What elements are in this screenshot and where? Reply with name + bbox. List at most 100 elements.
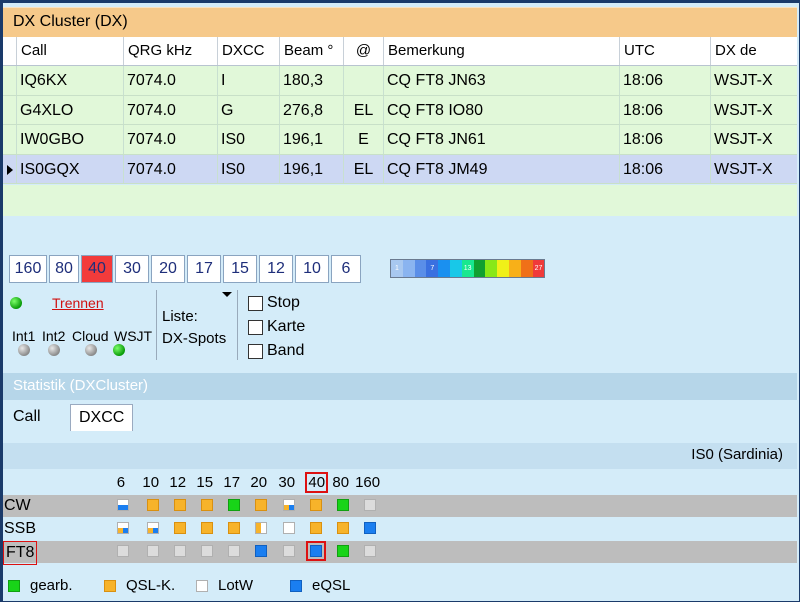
- status-cell-ssb-12[interactable]: [174, 522, 186, 534]
- status-cell-cw-6[interactable]: [117, 499, 129, 511]
- status-cell-ssb-15[interactable]: [201, 522, 213, 534]
- status-cell-cw-160[interactable]: [364, 499, 376, 511]
- scale-swatch: [508, 260, 521, 277]
- scale-swatch: [449, 260, 462, 277]
- band-header-10: 10: [142, 474, 160, 491]
- cell-call: IS0GQX: [17, 154, 124, 183]
- band-button-30[interactable]: 30: [115, 255, 149, 283]
- status-cell-ft8-30[interactable]: [283, 545, 295, 557]
- band-button-10[interactable]: 10: [295, 255, 329, 283]
- cell-dxde: WSJT-X: [714, 101, 773, 119]
- header-beam[interactable]: Beam °: [280, 37, 344, 65]
- status-cell-cw-10[interactable]: [147, 499, 159, 511]
- indicator-label-int2: Int2: [42, 328, 66, 344]
- mode-label-cw: CW: [4, 497, 31, 514]
- status-cell-cw-40[interactable]: [310, 499, 322, 511]
- status-cell-ssb-160[interactable]: [364, 522, 376, 534]
- header-at[interactable]: @: [344, 37, 384, 65]
- mode-label-ssb: SSB: [4, 520, 37, 537]
- cell-dxde: WSJT-X: [714, 72, 773, 89]
- table-row[interactable]: IW0GBO 7074.0 IS0 196,1 E CQ FT8 JN61 18:06 WSJ…: [3, 125, 797, 155]
- country-label: IS0 (Sardinia): [3, 443, 797, 469]
- list-selector[interactable]: Liste: DX-Spots: [162, 306, 226, 350]
- legend-item-orange: QSL-K.: [104, 577, 175, 594]
- header-dxcc[interactable]: DXCC: [218, 37, 280, 65]
- band-button-15[interactable]: 15: [223, 255, 257, 283]
- status-cell-ssb-40[interactable]: [310, 522, 322, 534]
- status-led-wsjt: [113, 344, 125, 356]
- status-cell-ft8-17[interactable]: [228, 545, 240, 557]
- scale-swatch: [473, 260, 486, 277]
- cell-beam: 180,3: [280, 66, 344, 95]
- header-remark[interactable]: Bemerkung: [384, 37, 620, 65]
- cell-utc: 18:06: [620, 154, 711, 183]
- status-cell-ft8-10[interactable]: [147, 545, 159, 557]
- band-button-12[interactable]: 12: [259, 255, 293, 283]
- status-cell-ft8-12[interactable]: [174, 545, 186, 557]
- band-button-80[interactable]: 80: [49, 255, 79, 283]
- status-cell-ft8-80[interactable]: [337, 545, 349, 557]
- cell-dxde: WSJT-X: [714, 131, 773, 148]
- status-cell-cw-15[interactable]: [201, 499, 213, 511]
- band-button-40[interactable]: 40: [81, 255, 113, 283]
- status-cell-cw-20[interactable]: [255, 499, 267, 511]
- cell-at: EL: [344, 95, 384, 124]
- cell-dxcc: IS0: [218, 154, 280, 183]
- grid-header: Call QRG kHz DXCC Beam ° @ Bemerkung UTC…: [3, 37, 797, 66]
- legend-swatch: [290, 579, 302, 592]
- header-qrg[interactable]: QRG kHz: [124, 37, 218, 65]
- band-button-bar: 160 80 40 30 20 17 15 12 10 6: [9, 255, 363, 283]
- connection-status-led: [10, 297, 22, 309]
- cell-remark: CQ FT8 JN61: [384, 125, 620, 154]
- status-cell-ssb-17[interactable]: [228, 522, 240, 534]
- row-indicator: [3, 66, 17, 95]
- band-button-17[interactable]: 17: [187, 255, 221, 283]
- status-cell-ssb-80[interactable]: [337, 522, 349, 534]
- cell-qrg: 7074.0: [124, 125, 218, 154]
- status-cell-ssb-30[interactable]: [283, 522, 295, 534]
- checkbox-band[interactable]: Band: [248, 342, 304, 360]
- cell-qrg: 7074.0: [124, 95, 218, 124]
- status-cell-cw-12[interactable]: [174, 499, 186, 511]
- cell-qrg: 7074.0: [124, 66, 218, 95]
- status-cell-ssb-20[interactable]: [255, 522, 267, 534]
- status-cell-ssb-6[interactable]: [117, 522, 129, 534]
- status-cell-ft8-15[interactable]: [201, 545, 213, 557]
- checkbox-label: Stop: [267, 294, 300, 311]
- cell-call: IW0GBO: [17, 125, 124, 154]
- checkbox-box[interactable]: [248, 319, 263, 335]
- table-row[interactable]: IQ6KX 7074.0 I 180,3 CQ FT8 JN63 18:06 WSJT-X: [3, 66, 797, 96]
- scale-swatch: 1: [391, 260, 403, 277]
- checkbox-stop[interactable]: Stop: [248, 294, 300, 312]
- band-button-6[interactable]: 6: [331, 255, 361, 283]
- band-button-20[interactable]: 20: [151, 255, 185, 283]
- header-dxde[interactable]: DX de: [711, 37, 797, 65]
- status-cell-cw-17[interactable]: [228, 499, 240, 511]
- band-header-15: 15: [196, 474, 214, 491]
- status-cell-cw-30[interactable]: [283, 499, 295, 511]
- header-call[interactable]: Call: [17, 37, 124, 65]
- tab-dxcc[interactable]: DXCC: [70, 404, 134, 431]
- status-cell-ft8-6[interactable]: [117, 545, 129, 557]
- scale-swatch: 13: [461, 260, 474, 277]
- disconnect-link[interactable]: Trennen: [52, 295, 104, 311]
- band-button-160[interactable]: 160: [9, 255, 47, 283]
- table-row[interactable]: IS0GQX 7074.0 IS0 196,1 EL CQ FT8 JM49 18:06 WS…: [3, 154, 797, 184]
- status-cell-cw-80[interactable]: [337, 499, 349, 511]
- checkbox-box[interactable]: [248, 295, 263, 311]
- band-header-40: 40: [305, 472, 329, 493]
- checkbox-label: Band: [267, 342, 305, 359]
- status-cell-ft8-40[interactable]: [306, 541, 326, 561]
- status-cell-ssb-10[interactable]: [147, 522, 159, 534]
- status-cell-ft8-20[interactable]: [255, 545, 267, 557]
- checkbox-box[interactable]: [248, 343, 263, 359]
- legend-label: QSL-K.: [126, 577, 176, 594]
- tab-call[interactable]: Call: [5, 404, 49, 431]
- table-row[interactable]: G4XLO 7074.0 G 276,8 EL CQ FT8 IO80 18:06 WSJT-…: [3, 95, 797, 125]
- chevron-down-icon[interactable]: [222, 292, 232, 297]
- checkbox-karte[interactable]: Karte: [248, 318, 305, 336]
- header-utc[interactable]: UTC: [620, 37, 711, 65]
- cell-dxcc: IS0: [218, 125, 280, 154]
- legend-swatch: [196, 579, 208, 592]
- status-cell-ft8-160[interactable]: [364, 545, 376, 557]
